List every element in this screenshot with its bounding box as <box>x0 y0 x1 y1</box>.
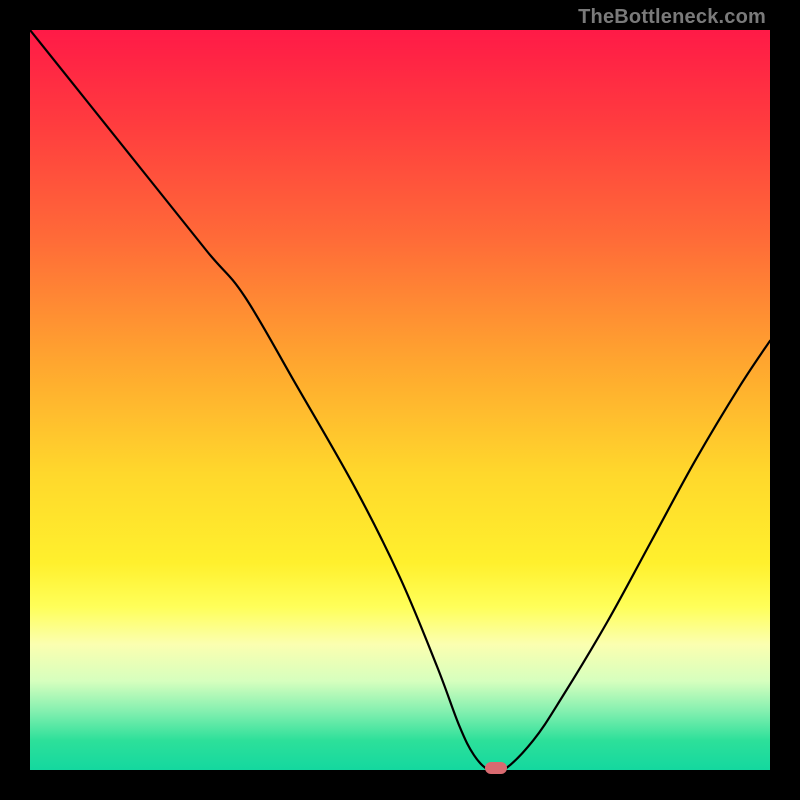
bottleneck-curve <box>30 30 770 770</box>
optimum-marker <box>485 762 507 774</box>
chart-frame: TheBottleneck.com <box>0 0 800 800</box>
plot-area <box>30 30 770 770</box>
curve-svg <box>30 30 770 770</box>
watermark-text: TheBottleneck.com <box>578 6 766 29</box>
